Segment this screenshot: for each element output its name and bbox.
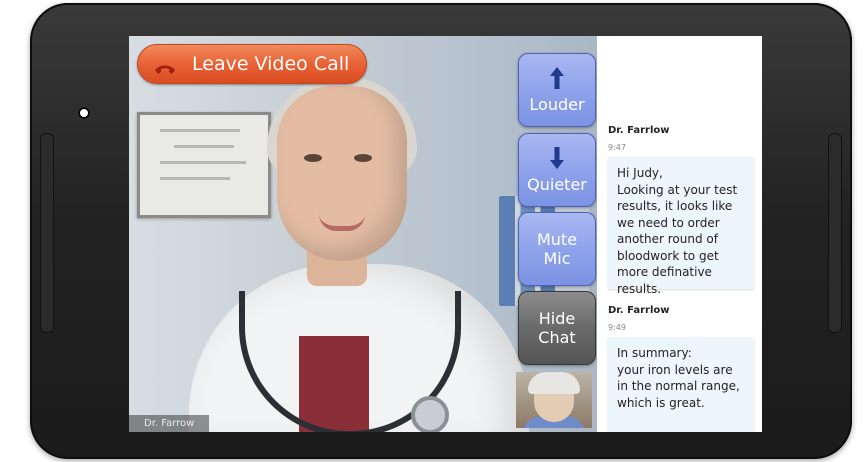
right-eye [354, 154, 372, 162]
remote-name-tag: Dr. Farrow [129, 415, 210, 432]
left-grip [40, 133, 54, 333]
right-grip [828, 133, 842, 333]
front-camera [78, 107, 90, 119]
stethoscope-head [411, 396, 449, 432]
chat-panel: Dr. Farrlow 9:47 Hi Judy, Looking at you… [597, 36, 762, 432]
phone-hangup-icon [154, 58, 176, 74]
doctor-face [277, 86, 407, 261]
hide-chat-label: Hide Chat [538, 309, 576, 347]
message-time: 9:47 [608, 143, 626, 152]
chat-message-bubble: Hi Judy, Looking at your test results, i… [608, 157, 754, 296]
app-screen: Dr. Farrow Leave Video Call Louder Quiet… [129, 36, 762, 432]
mute-mic-button[interactable]: Mute Mic [518, 212, 596, 286]
arrow-down-icon [550, 146, 564, 169]
diploma-frame [137, 112, 271, 218]
louder-button[interactable]: Louder [518, 53, 596, 127]
self-view-video [516, 372, 592, 428]
message-time: 9:49 [608, 323, 626, 332]
message-sender: Dr. Farrlow [608, 305, 670, 316]
leave-call-button[interactable]: Leave Video Call [137, 44, 367, 84]
chat-message-bubble: In summary: your iron levels are in the … [608, 337, 754, 432]
mute-mic-label: Mute Mic [536, 230, 578, 268]
message-sender: Dr. Farrlow [608, 125, 670, 136]
quieter-label: Quieter [527, 174, 587, 194]
hide-chat-button[interactable]: Hide Chat [518, 291, 596, 365]
arrow-up-icon [550, 66, 564, 89]
leave-call-label: Leave Video Call [192, 53, 350, 75]
left-eye [304, 154, 322, 162]
louder-label: Louder [529, 94, 585, 114]
quieter-button[interactable]: Quieter [518, 133, 596, 207]
